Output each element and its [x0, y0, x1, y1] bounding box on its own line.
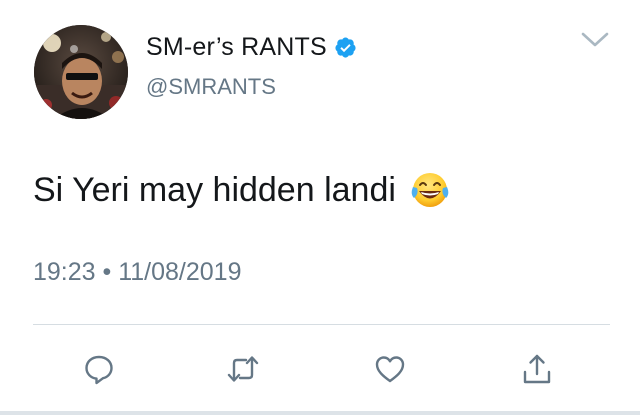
- avatar-photo: [34, 25, 128, 119]
- tweet-text-content: Si Yeri may hidden landi: [33, 170, 396, 209]
- reply-icon: [85, 355, 113, 385]
- reply-button[interactable]: [82, 352, 116, 386]
- retweet-icon: [227, 356, 259, 382]
- bottom-border: [0, 411, 640, 415]
- verified-badge-icon: [334, 36, 357, 59]
- tweet-text: Si Yeri may hidden landi: [33, 170, 450, 210]
- heart-icon: [375, 356, 405, 383]
- share-button[interactable]: [520, 352, 554, 386]
- display-name[interactable]: SM-er’s RANTS: [146, 33, 327, 62]
- share-icon: [523, 354, 551, 384]
- user-handle[interactable]: @SMRANTS: [146, 74, 276, 100]
- tweet-card: SM-er’s RANTS @SMRANTS Si Yeri may hidde…: [0, 0, 640, 415]
- name-row: SM-er’s RANTS: [146, 32, 357, 62]
- tweet-timestamp[interactable]: 19:23 • 11/08/2019: [33, 258, 241, 287]
- like-button[interactable]: [373, 352, 407, 386]
- divider: [33, 324, 610, 325]
- chevron-down-icon[interactable]: [580, 30, 610, 50]
- face-with-tears-of-joy-icon: [410, 170, 450, 210]
- retweet-button[interactable]: [226, 352, 260, 386]
- avatar[interactable]: [34, 25, 128, 119]
